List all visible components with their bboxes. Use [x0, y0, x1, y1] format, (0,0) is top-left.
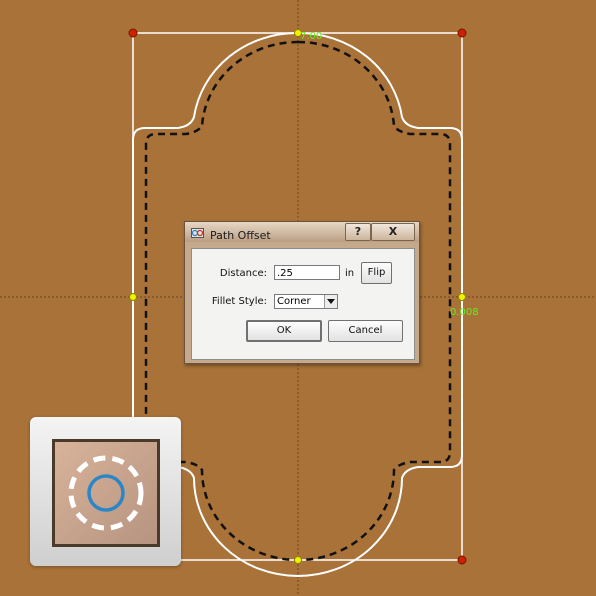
icon-frame	[52, 439, 160, 547]
cancel-button[interactable]: Cancel	[328, 320, 403, 342]
corner-handle-top-left[interactable]	[128, 28, 138, 38]
distance-unit-label: in	[345, 268, 355, 279]
dropdown-arrow-icon[interactable]	[324, 295, 337, 308]
dialog-titlebar[interactable]: Path Offset ? X	[185, 222, 419, 242]
dialog-title: Path Offset	[210, 229, 271, 242]
help-button[interactable]: ?	[345, 223, 371, 241]
mid-handle-bottom[interactable]	[294, 556, 302, 564]
close-button[interactable]: X	[371, 223, 415, 241]
distance-input[interactable]: .25	[274, 265, 340, 280]
corner-handle-bottom-right[interactable]	[457, 555, 467, 565]
offset-circles-icon	[68, 455, 144, 531]
dialog-body: Distance: .25 in Flip Fillet Style: Corn…	[191, 248, 415, 360]
fillet-style-value: Corner	[277, 296, 311, 307]
path-offset-icon	[30, 417, 181, 566]
mid-handle-left[interactable]	[129, 293, 137, 301]
flip-button[interactable]: Flip	[361, 262, 392, 284]
dialog-app-icon	[191, 228, 204, 238]
fillet-style-select[interactable]: Corner	[274, 294, 338, 309]
path-offset-dialog: Path Offset ? X Distance: .25 in Flip Fi…	[184, 221, 420, 364]
fillet-style-label: Fillet Style:	[211, 296, 267, 307]
ok-button[interactable]: OK	[246, 320, 322, 342]
right-dimension-readout: 0.008	[450, 307, 479, 318]
corner-handle-top-right[interactable]	[457, 28, 467, 38]
mid-handle-right[interactable]	[458, 293, 466, 301]
top-dimension-readout: 7.00	[300, 31, 322, 42]
distance-label: Distance:	[219, 268, 267, 279]
